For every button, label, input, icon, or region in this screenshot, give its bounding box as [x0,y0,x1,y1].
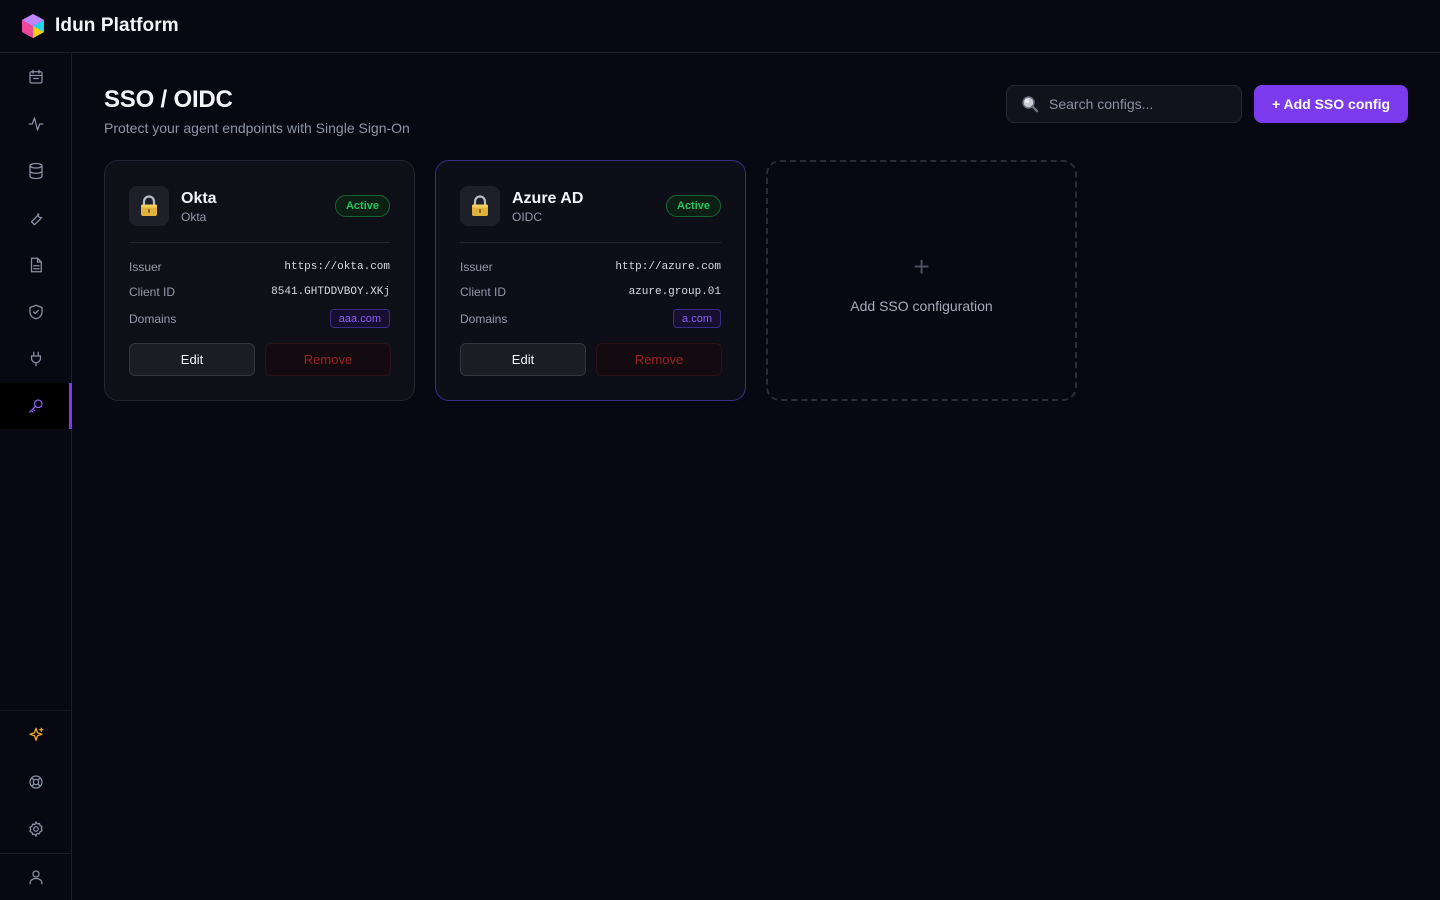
sidebar-item-activity[interactable] [0,101,71,147]
status-badge: Active [334,195,390,217]
shield-icon [28,304,43,320]
search-input[interactable] [1049,96,1229,112]
issuer-label: Issuer [129,260,162,274]
domains-label: Domains [129,312,177,326]
card-divider [129,242,390,243]
domain-chip: aaa.com [329,309,390,328]
config-name: Okta [181,190,217,207]
client-id-value: 8541.GHTDDVBOY.XKj [271,286,390,298]
add-sso-config-label: Add SSO configuration [850,298,993,314]
sidebar-divider [0,710,71,711]
sidebar-item-sso[interactable] [0,383,72,429]
search-icon [1022,96,1039,113]
sidebar-item-ai-assistant[interactable] [0,712,71,758]
client-id-value: azure.group.01 [628,286,721,298]
database-icon [28,162,43,180]
client-id-label: Client ID [460,285,507,299]
sidebar-item-documents[interactable] [0,242,71,288]
sidebar-item-tools[interactable] [0,195,71,241]
search-box[interactable] [1006,85,1242,123]
plus-icon: + [913,251,930,282]
sidebar-item-integrations[interactable] [0,336,71,382]
sparkle-icon [28,727,43,741]
user-icon [28,870,43,885]
config-type: Okta [181,210,207,224]
brand-name: Idun Platform [55,15,179,36]
document-icon [30,257,42,273]
status-badge: Active [665,195,721,217]
sso-config-card-azure-ad: Azure AD OIDC Active Issuer http://azure… [435,160,746,401]
sidebar-item-database[interactable] [0,148,71,194]
domain-chip: a.com [673,309,721,328]
client-id-label: Client ID [129,285,176,299]
add-sso-config-card[interactable]: + Add SSO configuration [766,160,1077,401]
domains-label: Domains [460,312,508,326]
issuer-value: https://okta.com [284,261,390,273]
app-logo-icon[interactable] [20,13,46,39]
sso-config-card-okta: Okta Okta Active Issuer https://okta.com… [104,160,415,401]
page-subtitle: Protect your agent endpoints with Single… [104,120,410,136]
config-name: Azure AD [512,190,584,207]
key-icon [28,399,43,413]
lifebuoy-icon [28,775,43,789]
issuer-label: Issuer [460,260,493,274]
remove-button[interactable]: Remove [265,343,391,376]
remove-button[interactable]: Remove [596,343,722,376]
top-bar: Idun Platform [0,0,1440,53]
sidebar-item-calendar[interactable] [0,54,71,100]
sidebar-item-guardrails[interactable] [0,289,71,335]
plug-icon [30,351,41,367]
page-title: SSO / OIDC [104,86,233,113]
sidebar [0,53,72,900]
config-type: OIDC [512,210,542,224]
lock-icon [129,186,169,226]
wrench-icon [30,213,42,226]
sidebar-item-help[interactable] [0,759,71,805]
sidebar-item-profile[interactable] [0,854,71,900]
sidebar-item-settings[interactable] [0,806,71,852]
gear-icon [28,821,43,837]
edit-button[interactable]: Edit [460,343,586,376]
issuer-value: http://azure.com [615,261,721,273]
activity-icon [28,117,43,131]
add-sso-config-button[interactable]: + Add SSO config [1254,85,1408,123]
edit-button[interactable]: Edit [129,343,255,376]
calendar-icon [28,69,43,84]
lock-icon [460,186,500,226]
card-divider [460,242,721,243]
